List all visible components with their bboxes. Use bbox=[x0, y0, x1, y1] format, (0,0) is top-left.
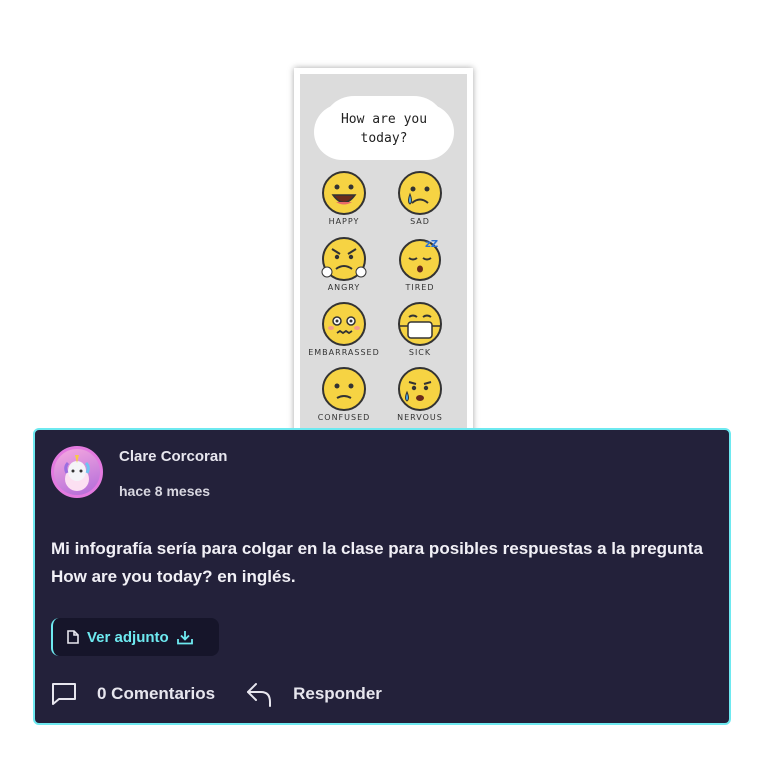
view-attachment-button[interactable]: Ver adjunto bbox=[51, 618, 219, 656]
reply-label: Responder bbox=[293, 684, 382, 703]
author-name[interactable]: Clare Corcoran bbox=[119, 448, 227, 465]
comment-card: Clare Corcoran hace 8 meses Mi infografí… bbox=[33, 428, 731, 725]
infographic-title: How are you today? bbox=[322, 110, 446, 148]
comment-body: Mi infografía sería para colgar en la cl… bbox=[51, 539, 703, 586]
embarrassed-face-icon bbox=[322, 302, 366, 346]
emotion-embarrassed: EMBARRASSED bbox=[304, 301, 384, 357]
comment-bubble-icon bbox=[52, 683, 76, 705]
emotion-label: TIRED bbox=[405, 283, 435, 292]
download-icon bbox=[176, 630, 193, 644]
attachment-label: Ver adjunto bbox=[87, 628, 169, 646]
happy-face-icon bbox=[322, 171, 366, 215]
tired-face-icon: zZ bbox=[399, 239, 441, 281]
avatar[interactable] bbox=[51, 446, 103, 498]
emotion-label: EMBARRASSED bbox=[308, 348, 380, 357]
timestamp: hace 8 meses bbox=[119, 483, 211, 499]
angry-face-icon bbox=[321, 237, 367, 281]
reply-button[interactable]: Responder bbox=[245, 680, 382, 708]
title-line-2: today? bbox=[360, 131, 408, 146]
emotion-tired: zZ TIRED bbox=[380, 236, 460, 292]
file-icon bbox=[67, 630, 79, 644]
emotion-sad: SAD bbox=[380, 170, 460, 226]
svg-text:zZ: zZ bbox=[425, 239, 438, 250]
emotion-label: ANGRY bbox=[327, 283, 361, 292]
infographic-image: How are you today? HAPPY SAD ANGRY zZ TI… bbox=[294, 68, 473, 448]
sad-face-icon bbox=[398, 171, 442, 215]
emotion-happy: HAPPY bbox=[304, 170, 384, 226]
emotion-label: SICK bbox=[408, 348, 432, 357]
emotion-angry: ANGRY bbox=[304, 236, 384, 292]
emotion-label: CONFUSED bbox=[317, 413, 371, 422]
sick-face-icon bbox=[398, 302, 442, 346]
avatar-unicorn-icon bbox=[64, 455, 90, 491]
emotion-sick: SICK bbox=[380, 301, 460, 357]
comments-button[interactable]: 0 Comentarios bbox=[51, 682, 215, 706]
nervous-face-icon bbox=[398, 367, 442, 411]
reply-arrow-icon bbox=[247, 683, 272, 707]
comments-label: 0 Comentarios bbox=[97, 684, 216, 703]
infographic-background: How are you today? HAPPY SAD ANGRY zZ TI… bbox=[300, 74, 467, 448]
speech-cloud: How are you today? bbox=[322, 96, 446, 160]
confused-face-icon bbox=[322, 367, 366, 411]
comment-actions: 0 Comentarios Responder bbox=[51, 680, 382, 708]
emotion-confused: CONFUSED bbox=[304, 366, 384, 422]
emotion-label: HAPPY bbox=[328, 217, 360, 226]
emotion-nervous: NERVOUS bbox=[380, 366, 460, 422]
title-line-1: How are you bbox=[340, 112, 428, 127]
emotion-label: SAD bbox=[410, 217, 430, 226]
emotion-label: NERVOUS bbox=[397, 413, 443, 422]
